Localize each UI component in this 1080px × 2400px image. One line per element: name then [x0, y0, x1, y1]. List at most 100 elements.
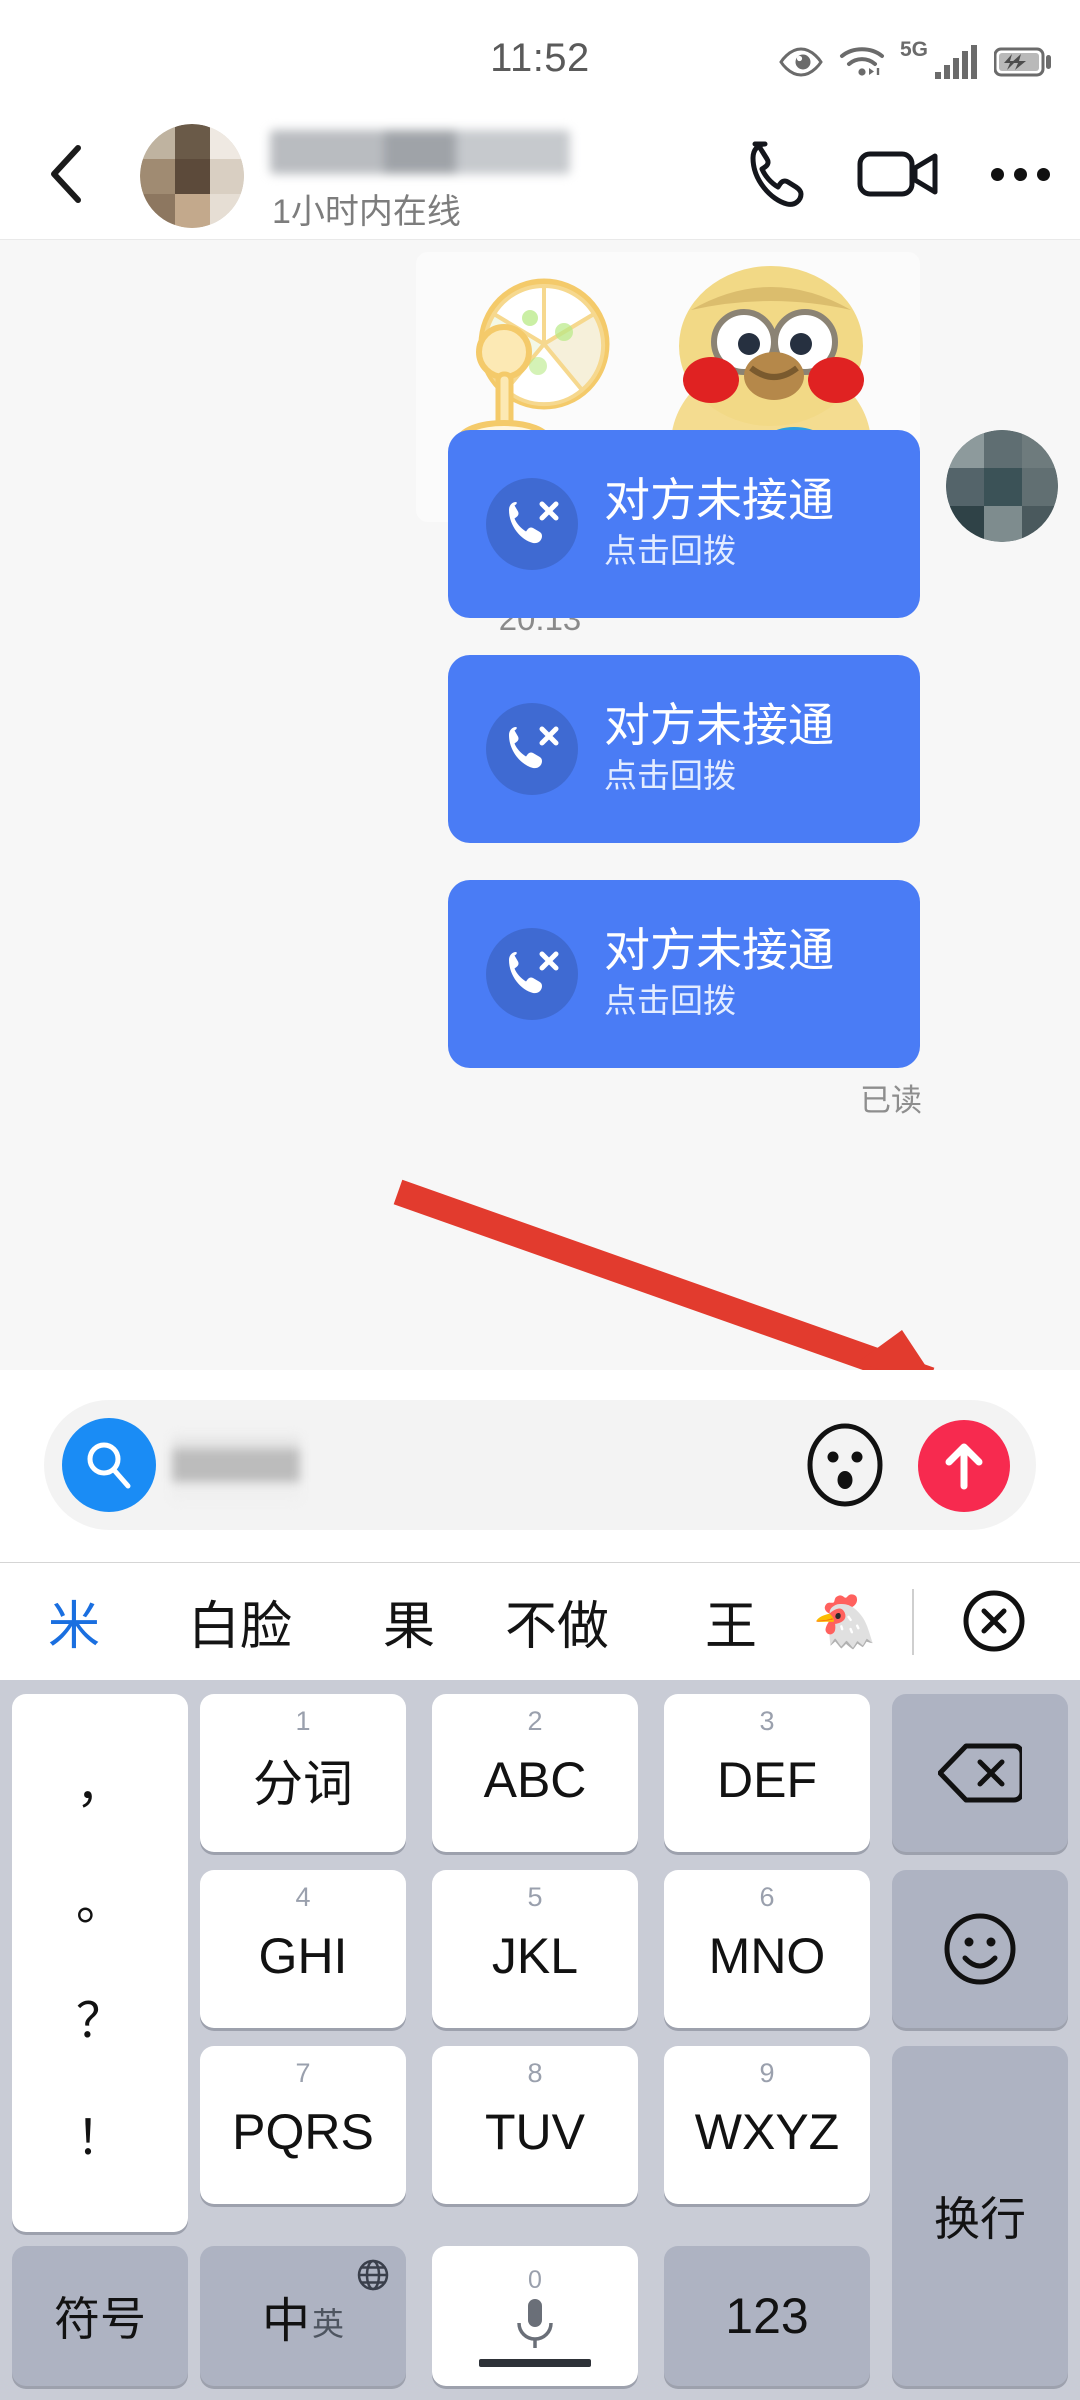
microphone-icon [512, 2297, 558, 2353]
key-main-label: PQRS [232, 2104, 374, 2160]
arrow-up-icon [940, 1440, 988, 1492]
key-main-label: DEF [717, 1752, 817, 1808]
more-horizontal-icon [1014, 167, 1027, 181]
candidate-item[interactable]: 果 [383, 1584, 435, 1659]
video-call-button[interactable] [857, 144, 939, 204]
key-8[interactable]: 8 TUV [432, 2046, 638, 2204]
key-digit-label: 9 [759, 2058, 775, 2088]
key-exclamation[interactable]: ！ [76, 2115, 124, 2163]
call-message-texts: 对方未接通 点击回拨 [604, 474, 834, 573]
battery-charging-icon [994, 46, 1052, 78]
call-message-bubble[interactable]: 对方未接通 点击回拨 [448, 880, 920, 1068]
key-space-digit: 0 [528, 2265, 542, 2294]
call-subtitle: 点击回拨 [604, 757, 736, 795]
peer-online-status: 1小时内在线 [272, 193, 461, 231]
key-digit-label: 8 [527, 2058, 543, 2088]
smiley-icon [941, 1910, 1019, 1988]
call-message-texts: 对方未接通 点击回拨 [604, 923, 834, 1023]
key-period[interactable]: 。 [76, 1880, 124, 1928]
message-input-pill[interactable] [44, 1400, 1036, 1530]
ime-keyboard[interactable]: ， 。 ？ ！ 1 分词 2 ABC 3 DEF 4 GHI 5 JKL 6 M… [0, 1680, 1080, 2400]
search-icon [82, 1438, 136, 1492]
candidate-item-emoji[interactable]: 🐔 [812, 1591, 877, 1652]
key-comma[interactable]: ， [76, 1762, 124, 1811]
more-horizontal-icon [991, 167, 1004, 181]
chat-header: 1小时内在线 [0, 108, 1080, 240]
more-options-button[interactable] [985, 167, 1056, 181]
key-digit-label: 4 [295, 1882, 311, 1912]
key-digit-label: 3 [759, 1706, 775, 1736]
key-1[interactable]: 1 分词 [200, 1694, 406, 1852]
key-4[interactable]: 4 GHI [200, 1870, 406, 2028]
message-input-field[interactable] [172, 1436, 300, 1500]
key-symbols[interactable]: 符号 [12, 2246, 188, 2386]
video-camera-icon [857, 144, 939, 204]
emoji-picker-button[interactable] [802, 1422, 888, 1508]
key-6[interactable]: 6 MNO [664, 1870, 870, 2028]
missed-call-icon [486, 928, 578, 1020]
key-2[interactable]: 2 ABC [432, 1694, 638, 1852]
wifi-icon [838, 44, 886, 80]
candidate-item[interactable]: 白脸 [188, 1584, 292, 1659]
network-type-label: 5G [899, 38, 928, 61]
back-button[interactable] [34, 142, 98, 206]
more-horizontal-icon [1037, 167, 1050, 181]
missed-call-icon [486, 478, 578, 570]
key-main-label: ABC [483, 1752, 587, 1808]
search-button[interactable] [62, 1418, 156, 1512]
eye-care-icon [778, 47, 824, 77]
send-button[interactable] [918, 1420, 1010, 1512]
key-7[interactable]: 7 PQRS [200, 2046, 406, 2204]
globe-icon [356, 2258, 390, 2292]
key-digit-label: 1 [295, 1706, 311, 1736]
chevron-left-icon [45, 142, 87, 206]
candidate-divider [912, 1589, 914, 1655]
key-3[interactable]: 3 DEF [664, 1694, 870, 1852]
call-subtitle: 点击回拨 [604, 982, 736, 1020]
key-digit-label: 5 [527, 1882, 543, 1912]
key-language-primary: 中 [261, 2295, 310, 2348]
call-subtitle: 点击回拨 [604, 532, 736, 570]
key-main-label: WXYZ [694, 2104, 840, 2160]
key-language-secondary: 英 [312, 2306, 345, 2342]
key-main-label: JKL [491, 1928, 579, 1984]
self-avatar[interactable] [946, 430, 1058, 542]
key-backspace[interactable] [892, 1694, 1068, 1852]
candidate-item[interactable]: 王 [705, 1584, 757, 1659]
key-enter-label: 换行 [934, 2193, 1026, 2245]
phone-icon [743, 138, 811, 210]
call-title: 对方未接通 [604, 923, 834, 976]
close-circle-icon [961, 1588, 1027, 1654]
emoji-face-icon [804, 1422, 886, 1508]
key-main-label: TUV [485, 2104, 585, 2160]
peer-name [270, 130, 570, 174]
call-message-bubble[interactable]: 对方未接通 点击回拨 [448, 430, 920, 618]
key-numbers[interactable]: 123 [664, 2246, 870, 2386]
key-digit-label: 6 [759, 1882, 775, 1912]
chat-message-list[interactable]: 20:13 对方未接通 点击回拨 对方未接通 点击回拨 对方未接通 点击回拨 [0, 240, 1080, 1370]
peer-avatar[interactable] [140, 124, 244, 228]
status-bar-icons: 5G [778, 38, 1052, 80]
candidate-item[interactable]: 不做 [505, 1584, 609, 1659]
voice-call-button[interactable] [743, 138, 811, 210]
key-language-toggle[interactable]: 中 英 [200, 2246, 406, 2386]
call-message-bubble[interactable]: 对方未接通 点击回拨 [448, 655, 920, 843]
candidate-close-button[interactable] [958, 1585, 1030, 1657]
key-5[interactable]: 5 JKL [432, 1870, 638, 2028]
key-numbers-label: 123 [725, 2288, 809, 2344]
read-receipt-label: 已读 [860, 1083, 922, 1118]
message-input-bar [0, 1370, 1080, 1560]
ime-candidate-bar[interactable]: 米 白脸 果 不做 王 🐔 [0, 1562, 1080, 1680]
key-enter[interactable]: 换行 [892, 2046, 1068, 2386]
key-emoji[interactable] [892, 1870, 1068, 2028]
key-space[interactable]: 0 [432, 2246, 638, 2386]
call-message-texts: 对方未接通 点击回拨 [604, 699, 834, 798]
status-bar: 11:52 5G [0, 0, 1080, 108]
space-bar-indicator [479, 2358, 591, 2367]
candidate-item[interactable]: 米 [48, 1584, 100, 1659]
key-9[interactable]: 9 WXYZ [664, 2046, 870, 2204]
key-punctuation[interactable]: ， 。 ？ ！ [12, 1694, 188, 2232]
header-actions [743, 138, 1056, 210]
key-question[interactable]: ？ [76, 1997, 124, 2046]
key-main-label: GHI [258, 1928, 348, 1984]
